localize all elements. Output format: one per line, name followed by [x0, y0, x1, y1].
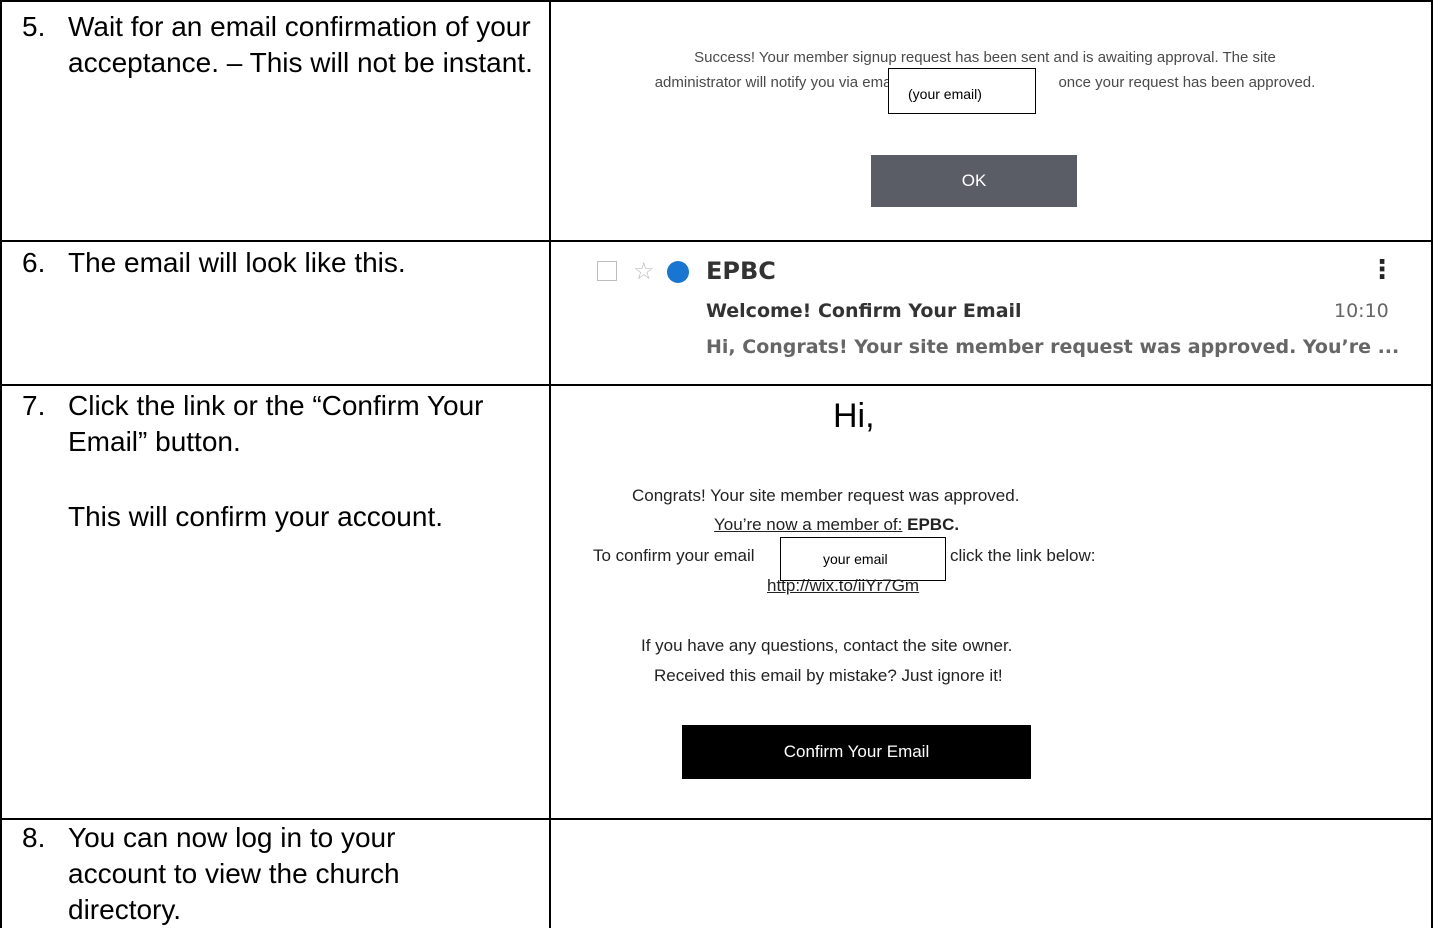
- instructions-table: [0, 0, 1433, 928]
- email-line-mistake: Received this email by mistake? Just ign…: [654, 666, 1003, 685]
- step-text: Wait for an email confirmation of your a…: [68, 11, 533, 78]
- email-time: 10:10: [1334, 300, 1389, 322]
- email-preview[interactable]: Hi, Congrats! Your site member request w…: [706, 336, 1399, 358]
- email-line-congrats: Congrats! Your site member request was a…: [632, 486, 1020, 505]
- email-subject[interactable]: Welcome! Confirm Your Email: [706, 300, 1022, 322]
- unread-dot-icon: [667, 261, 689, 283]
- step-number: 5.: [22, 11, 46, 42]
- email-line-questions: If you have any questions, contact the s…: [641, 636, 1013, 655]
- step-text: You can now log in to your account to vi…: [68, 822, 400, 925]
- step-text: The email will look like this.: [68, 247, 406, 278]
- email-line-confirm-a: To confirm your email: [593, 546, 755, 565]
- confirm-link[interactable]: http://wix.to/iiYr7Gm: [767, 576, 919, 596]
- email-line-confirm-b: click the link below:: [950, 546, 1096, 565]
- email-placeholder-box: your email: [780, 537, 946, 581]
- email-greeting: Hi,: [833, 397, 875, 435]
- step-number: 7.: [22, 390, 46, 421]
- confirm-email-button[interactable]: Confirm Your Email: [682, 725, 1031, 779]
- step-subtext: This will confirm your account.: [68, 501, 444, 532]
- more-options-icon[interactable]: ⋮: [1369, 255, 1395, 285]
- step-number: 8.: [22, 822, 46, 853]
- email-sender: EPBC: [706, 257, 776, 285]
- select-checkbox[interactable]: [597, 261, 617, 281]
- step-number: 6.: [22, 247, 46, 278]
- email-line-member: You’re now a member of: EPBC.: [714, 515, 960, 534]
- ok-button[interactable]: OK: [871, 155, 1077, 207]
- step-text: Click the link or the “Confirm Your Emai…: [68, 390, 484, 457]
- star-icon[interactable]: ☆: [633, 257, 655, 285]
- email-placeholder-box: (your email): [888, 68, 1036, 114]
- column-divider: [549, 0, 551, 928]
